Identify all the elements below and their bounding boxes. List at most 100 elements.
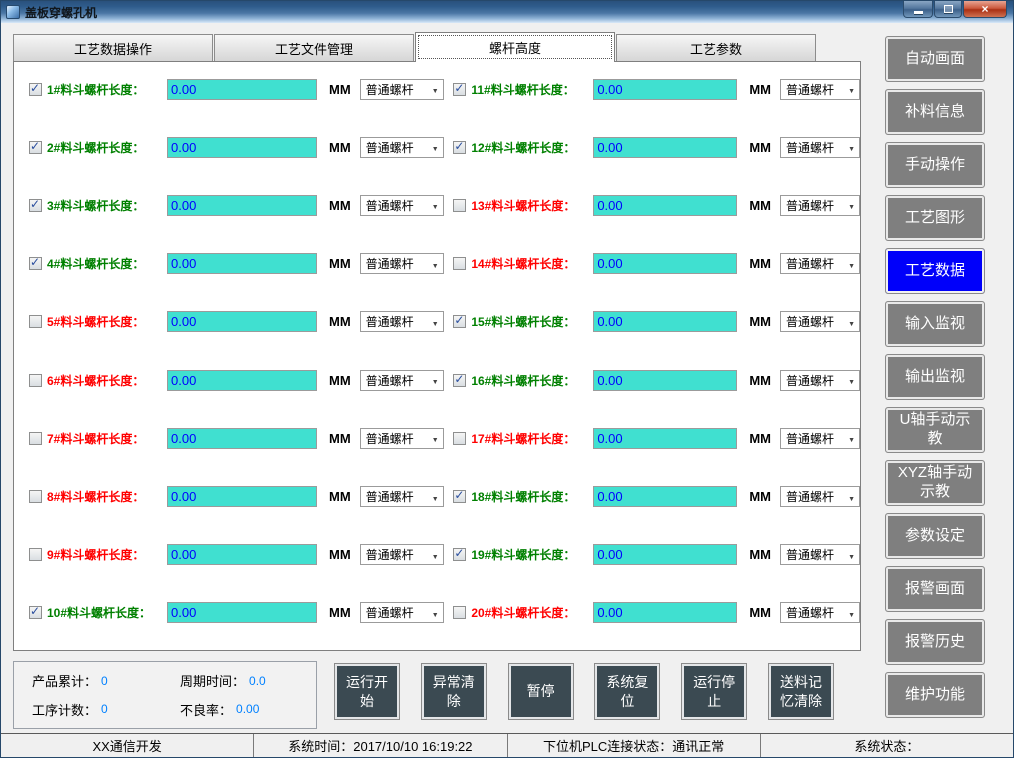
close-button[interactable]: × <box>963 1 1007 18</box>
screw-type-select[interactable]: 普通螺杆 <box>780 79 860 100</box>
screw-length-input[interactable] <box>593 79 737 100</box>
hopper-checkbox[interactable] <box>453 199 466 212</box>
screw-type-select[interactable]: 普通螺杆 <box>780 137 860 158</box>
screw-type-select[interactable]: 普通螺杆 <box>360 370 444 391</box>
screw-length-input[interactable] <box>167 253 317 274</box>
screw-type-select[interactable]: 普通螺杆 <box>780 370 860 391</box>
hopper-checkbox[interactable] <box>29 374 42 387</box>
screw-length-input[interactable] <box>167 137 317 158</box>
sidebar-button[interactable]: U轴手动示教 <box>885 407 985 453</box>
minimize-button[interactable] <box>903 1 933 18</box>
minimize-icon <box>914 11 923 14</box>
hopper-label: 11#料斗螺杆长度： <box>471 81 593 98</box>
hopper-checkbox[interactable] <box>29 548 42 561</box>
screw-type-select[interactable]: 普通螺杆 <box>360 544 444 565</box>
screw-length-input[interactable] <box>167 544 317 565</box>
sidebar-button[interactable]: 工艺图形 <box>885 195 985 241</box>
screw-length-input[interactable] <box>593 370 737 391</box>
screw-length-input[interactable] <box>167 311 317 332</box>
screw-length-input[interactable] <box>167 428 317 449</box>
screw-type-select[interactable]: 普通螺杆 <box>780 544 860 565</box>
hopper-checkbox[interactable] <box>453 432 466 445</box>
screw-type-select[interactable]: 普通螺杆 <box>360 195 444 216</box>
hopper-checkbox[interactable] <box>29 606 42 619</box>
hopper-checkbox[interactable] <box>29 83 42 96</box>
screw-type-select[interactable]: 普通螺杆 <box>780 486 860 507</box>
screw-type-select[interactable]: 普通螺杆 <box>780 311 860 332</box>
sidebar-button[interactable]: 报警历史 <box>885 619 985 665</box>
control-button[interactable]: 系统复位 <box>594 663 660 720</box>
screw-length-input[interactable] <box>167 79 317 100</box>
screw-type-select[interactable]: 普通螺杆 <box>360 311 444 332</box>
hopper-checkbox[interactable] <box>453 257 466 270</box>
tab[interactable]: 工艺文件管理 <box>214 34 414 61</box>
sidebar-button[interactable]: 输出监视 <box>885 354 985 400</box>
hopper-checkbox[interactable] <box>453 606 466 619</box>
screw-type-select[interactable]: 普通螺杆 <box>360 253 444 274</box>
hopper-checkbox[interactable] <box>453 548 466 561</box>
tab[interactable]: 工艺数据操作 <box>13 34 213 61</box>
screw-length-input[interactable] <box>593 602 737 623</box>
titlebar: 盖板穿螺孔机 × <box>1 1 1013 23</box>
control-button[interactable]: 异常清除 <box>421 663 487 720</box>
control-button[interactable]: 运行停止 <box>681 663 747 720</box>
chevron-down-icon <box>432 548 439 562</box>
sidebar-button[interactable]: 维护功能 <box>885 672 985 718</box>
hopper-row: 1#料斗螺杆长度： MM 普通螺杆 <box>14 78 451 100</box>
hopper-row: 3#料斗螺杆长度： MM 普通螺杆 <box>14 194 451 216</box>
hopper-checkbox[interactable] <box>453 315 466 328</box>
maximize-button[interactable] <box>934 1 962 18</box>
hopper-checkbox[interactable] <box>29 141 42 154</box>
sidebar-button[interactable]: 参数设定 <box>885 513 985 559</box>
screw-length-input[interactable] <box>593 195 737 216</box>
control-button[interactable]: 送料记忆清除 <box>768 663 834 720</box>
hopper-checkbox[interactable] <box>29 257 42 270</box>
hopper-checkbox[interactable] <box>453 83 466 96</box>
hopper-checkbox[interactable] <box>29 490 42 503</box>
screw-length-input[interactable] <box>593 137 737 158</box>
screw-type-select[interactable]: 普通螺杆 <box>360 486 444 507</box>
unit-label: MM <box>749 547 771 562</box>
unit-label: MM <box>749 373 771 388</box>
sidebar-nav: 自动画面 补料信息 手动操作 工艺图形 工艺数据 输入监视 输出监视 <box>885 36 985 718</box>
sidebar-button[interactable]: 自动画面 <box>885 36 985 82</box>
screw-length-input[interactable] <box>167 602 317 623</box>
screw-type-select[interactable]: 普通螺杆 <box>360 137 444 158</box>
screw-type-select[interactable]: 普通螺杆 <box>360 428 444 449</box>
screw-length-input[interactable] <box>593 253 737 274</box>
hopper-checkbox[interactable] <box>29 315 42 328</box>
sidebar-button[interactable]: XYZ轴手动示教 <box>885 460 985 506</box>
unit-label: MM <box>329 431 351 446</box>
screw-type-select[interactable]: 普通螺杆 <box>360 602 444 623</box>
tab[interactable]: 螺杆高度 <box>415 32 615 62</box>
screw-length-input[interactable] <box>593 544 737 565</box>
hopper-column-left: 1#料斗螺杆长度： MM 普通螺杆 2#料斗螺杆长度： MM 普通螺杆 <box>14 62 451 650</box>
hopper-checkbox[interactable] <box>453 490 466 503</box>
hopper-checkbox[interactable] <box>29 199 42 212</box>
screw-length-input[interactable] <box>593 428 737 449</box>
screw-length-input[interactable] <box>593 486 737 507</box>
screw-length-input[interactable] <box>593 311 737 332</box>
screw-type-select[interactable]: 普通螺杆 <box>780 195 860 216</box>
screw-type-select[interactable]: 普通螺杆 <box>780 253 860 274</box>
screw-length-input[interactable] <box>167 195 317 216</box>
control-button[interactable]: 暂停 <box>508 663 574 720</box>
sidebar-button[interactable]: 报警画面 <box>885 566 985 612</box>
sidebar-button-label: U轴手动示教 <box>896 411 974 449</box>
sidebar-button[interactable]: 输入监视 <box>885 301 985 347</box>
screw-type-select[interactable]: 普通螺杆 <box>360 79 444 100</box>
chevron-down-icon <box>848 315 855 329</box>
screw-type-select[interactable]: 普通螺杆 <box>780 428 860 449</box>
tab[interactable]: 工艺参数 <box>616 34 816 61</box>
control-button[interactable]: 运行开始 <box>334 663 400 720</box>
screw-length-input[interactable] <box>167 486 317 507</box>
sidebar-button[interactable]: 手动操作 <box>885 142 985 188</box>
sidebar-button[interactable]: 工艺数据 <box>885 248 985 294</box>
screw-length-input[interactable] <box>167 370 317 391</box>
hopper-label: 20#料斗螺杆长度： <box>471 604 593 621</box>
hopper-checkbox[interactable] <box>29 432 42 445</box>
sidebar-button[interactable]: 补料信息 <box>885 89 985 135</box>
hopper-checkbox[interactable] <box>453 141 466 154</box>
screw-type-select[interactable]: 普通螺杆 <box>780 602 860 623</box>
hopper-checkbox[interactable] <box>453 374 466 387</box>
